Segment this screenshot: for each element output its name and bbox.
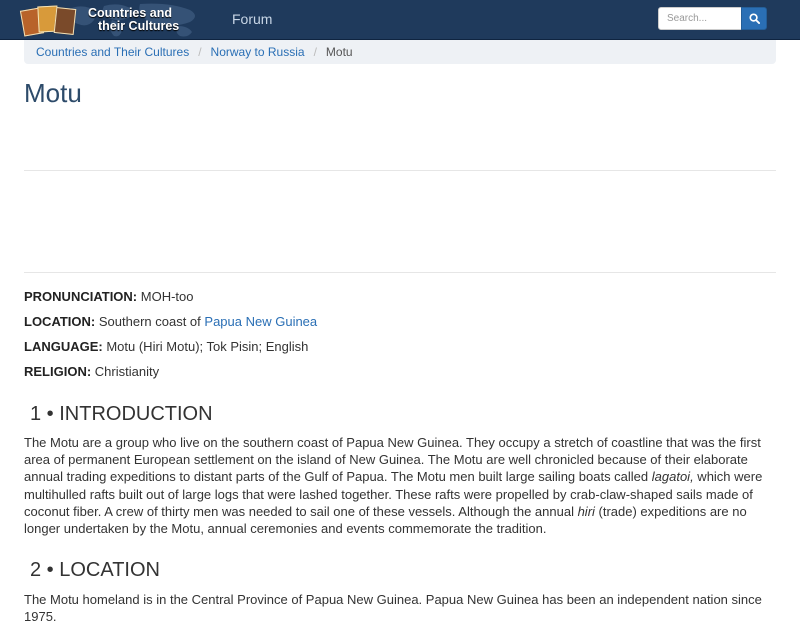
divider [24, 272, 776, 273]
fact-value: Christianity [94, 364, 160, 379]
fact-label: PRONUNCIATION: [24, 289, 138, 304]
fact-value: MOH-too [140, 289, 194, 304]
fact-language: LANGUAGE: Motu (Hiri Motu); Tok Pisin; E… [24, 339, 317, 364]
breadcrumb-separator: / [198, 45, 202, 59]
search-button[interactable] [741, 7, 767, 30]
breadcrumb: Countries and Their Cultures / Norway to… [24, 40, 776, 64]
term-hiri: hiri [577, 503, 595, 519]
fact-location: LOCATION: Southern coast of Papua New Gu… [24, 314, 317, 339]
logo-icon [19, 4, 84, 37]
paragraph-text: The Motu are a group who live on the sou… [24, 435, 761, 485]
fact-label: RELIGION: [24, 364, 92, 379]
search-icon [748, 13, 760, 24]
site-logo[interactable]: Countries and their Cultures [19, 4, 192, 37]
location-paragraph: The Motu homeland is in the Central Prov… [24, 592, 762, 625]
fact-religion: RELIGION: Christianity [24, 364, 317, 389]
breadcrumb-link-norway-to-russia[interactable]: Norway to Russia [211, 45, 305, 59]
fact-value: Motu (Hiri Motu); Tok Pisin; English [106, 339, 309, 354]
nav-forum-link[interactable]: Forum [232, 11, 272, 27]
fact-label: LANGUAGE: [24, 339, 103, 354]
papua-new-guinea-link[interactable]: Papua New Guinea [204, 314, 317, 329]
section-heading-location: 2 • LOCATION [30, 559, 160, 581]
logo-text-line2: their Cultures [98, 19, 180, 33]
page-title: Motu [24, 78, 82, 108]
fact-value: Southern coast of [98, 314, 201, 329]
term-lagatoi: lagatoi, [651, 469, 694, 485]
quick-facts: PRONUNCIATION: MOH-too LOCATION: Souther… [24, 289, 317, 389]
breadcrumb-separator: / [313, 45, 317, 59]
top-navbar: Countries and their Cultures Forum [0, 0, 800, 40]
breadcrumb-link-countries[interactable]: Countries and Their Cultures [36, 45, 189, 59]
fact-pronunciation: PRONUNCIATION: MOH-too [24, 289, 317, 314]
section-heading-introduction: 1 • INTRODUCTION [30, 403, 213, 425]
introduction-paragraph: The Motu are a group who live on the sou… [24, 434, 776, 537]
fact-label: LOCATION: [24, 314, 96, 329]
search-input[interactable] [658, 7, 742, 30]
divider [24, 170, 776, 171]
logo-text: Countries and their Cultures [86, 7, 179, 33]
breadcrumb-current: Motu [325, 45, 353, 59]
